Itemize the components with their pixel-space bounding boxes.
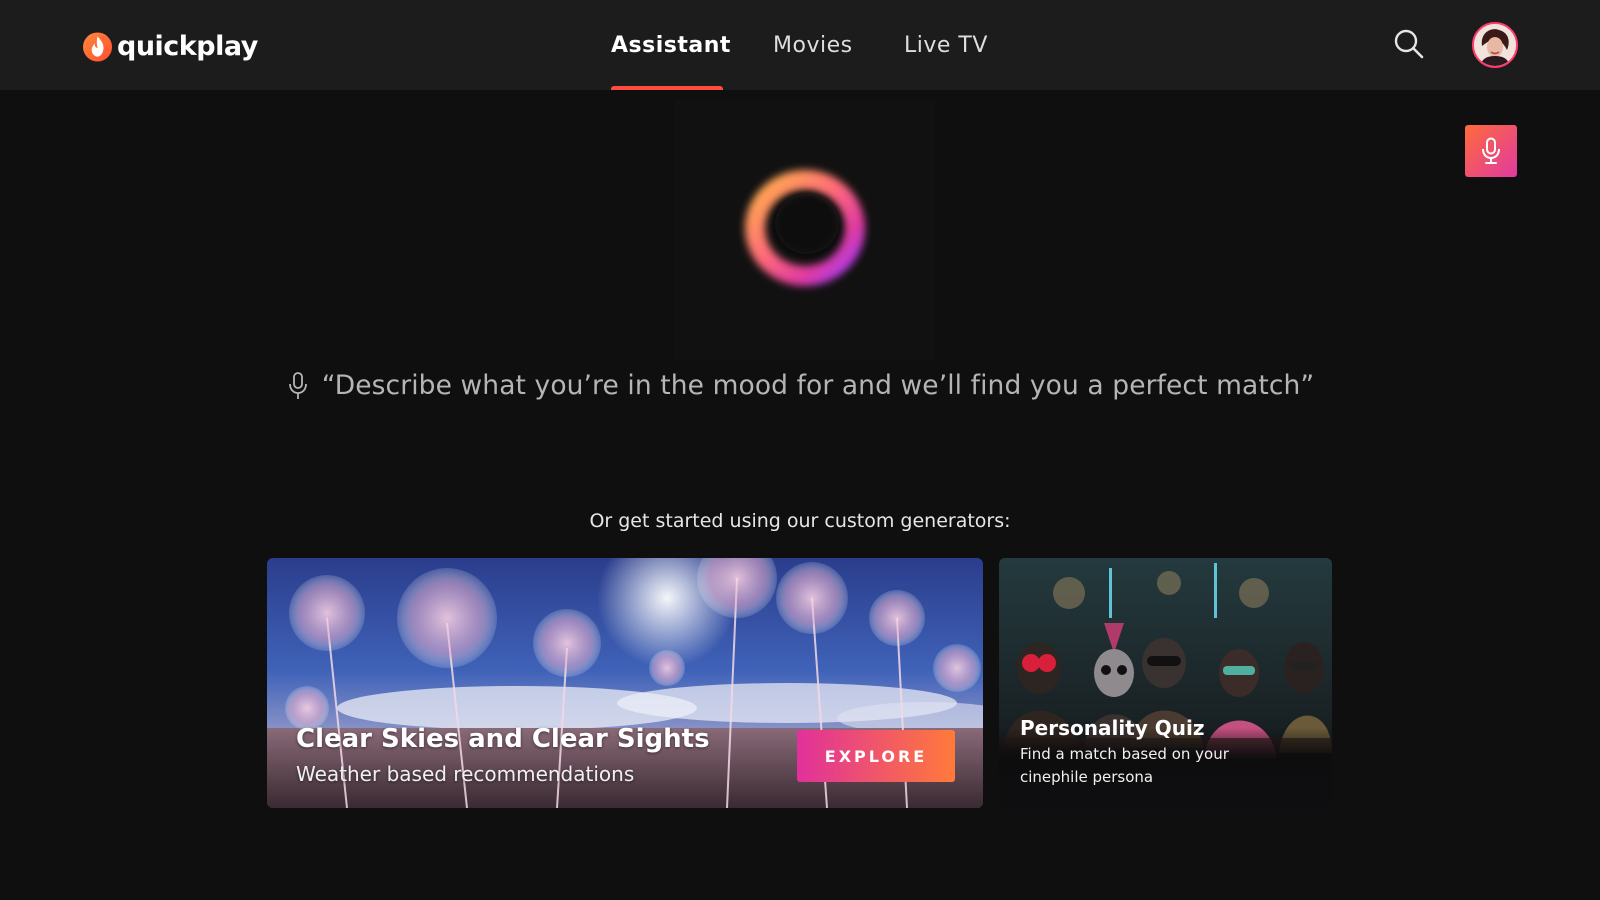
- card-subtitle: Weather based recommendations: [296, 762, 635, 786]
- logo[interactable]: quickplay: [83, 26, 258, 66]
- tab-movies[interactable]: Movies: [773, 0, 904, 90]
- voice-assistant-orb-icon: [745, 170, 865, 286]
- user-avatar[interactable]: [1472, 22, 1518, 68]
- flame-logo-icon: [83, 32, 113, 62]
- voice-input-button[interactable]: [1465, 125, 1517, 177]
- card-subtitle: Find a match based on your cinephile per…: [1020, 745, 1229, 786]
- search-icon: [1394, 29, 1424, 59]
- tab-assistant[interactable]: Assistant: [611, 0, 773, 90]
- microphone-icon: [1482, 137, 1500, 164]
- explore-button[interactable]: EXPLORE: [797, 730, 955, 782]
- card-title: Personality Quiz: [1020, 716, 1205, 740]
- tab-assistant-label: Assistant: [611, 32, 731, 58]
- voice-prompt: “Describe what you’re in the mood for an…: [0, 370, 1600, 401]
- top-bar: quickplay Assistant Movies Live TV: [0, 0, 1600, 90]
- main-nav: Assistant Movies Live TV: [611, 0, 1014, 90]
- tab-movies-label: Movies: [773, 32, 853, 58]
- weather-generator-card[interactable]: Clear Skies and Clear Sights Weather bas…: [267, 558, 983, 808]
- active-tab-indicator: [611, 86, 723, 90]
- voice-prompt-text: “Describe what you’re in the mood for an…: [321, 370, 1315, 401]
- logo-text: quickplay: [117, 30, 258, 62]
- card-title: Clear Skies and Clear Sights: [296, 724, 710, 754]
- personality-quiz-card[interactable]: Personality Quiz Find a match based on y…: [999, 558, 1332, 808]
- avatar-image: [1474, 24, 1516, 66]
- tab-live-tv[interactable]: Live TV: [904, 0, 1014, 90]
- search-button[interactable]: [1393, 28, 1425, 60]
- assistant-orb-panel: [675, 100, 935, 360]
- tab-live-tv-label: Live TV: [904, 32, 988, 58]
- generators-heading: Or get started using our custom generato…: [589, 510, 1011, 532]
- microphone-icon: [288, 371, 307, 399]
